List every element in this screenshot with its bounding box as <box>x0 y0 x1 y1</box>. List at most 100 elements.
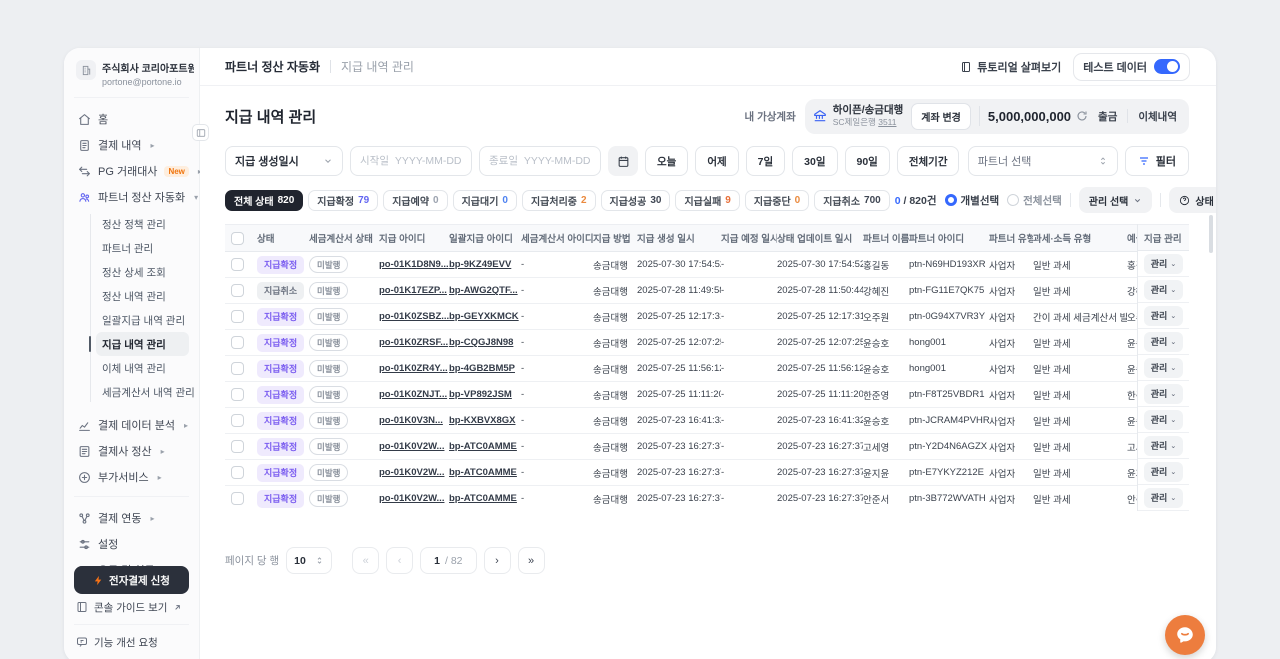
quick-range-어제[interactable]: 어제 <box>695 146 738 176</box>
withdraw-button[interactable]: 출금 <box>1096 109 1119 124</box>
quick-range-90일[interactable]: 90일 <box>845 146 890 176</box>
tutorial-link[interactable]: 튜토리얼 살펴보기 <box>960 59 1061 75</box>
row-manage-button[interactable]: 관리⌄ <box>1144 488 1183 508</box>
sidebar-item-결제 데이터 분석[interactable]: 결제 데이터 분석▸ <box>74 412 189 438</box>
row-checkbox[interactable] <box>231 388 244 401</box>
row-checkbox[interactable] <box>231 284 244 297</box>
sidebar-subitem-파트너 관리[interactable]: 파트너 관리 <box>96 236 189 260</box>
payout-id-link[interactable]: po-01K0V2W... <box>379 467 444 478</box>
row-manage-button[interactable]: 관리⌄ <box>1144 410 1183 430</box>
select-all-checkbox[interactable] <box>231 232 244 245</box>
filter-button[interactable]: 필터 <box>1125 146 1189 176</box>
bulk-payout-id-link[interactable]: bp-GEYXKMCK <box>449 311 519 322</box>
bulk-payout-id-link[interactable]: bp-CQGJ8N98 <box>449 337 513 348</box>
payout-id-link[interactable]: po-01K17EZP... <box>379 285 447 296</box>
payout-id-link[interactable]: po-01K0V3N... <box>379 415 443 426</box>
row-checkbox[interactable] <box>231 336 244 349</box>
sidebar-subitem-세금계산서 내역 관리[interactable]: 세금계산서 내역 관리 <box>96 380 189 404</box>
feature-request-link[interactable]: 기능 개선 요청 <box>74 629 189 655</box>
rows-per-page-select[interactable]: 10 <box>286 547 332 574</box>
epay-apply-button[interactable]: 전자결제 신청 <box>74 566 189 594</box>
account-number-link[interactable]: 3511 <box>878 117 896 127</box>
date-type-select[interactable]: 지급 생성일시 <box>225 146 343 176</box>
manage-select-button[interactable]: 관리 선택 <box>1079 187 1153 213</box>
sidebar-subitem-일괄지급 내역 관리[interactable]: 일괄지급 내역 관리 <box>96 308 189 332</box>
calendar-button[interactable] <box>608 146 638 176</box>
prev-page-button[interactable]: ‹ <box>386 547 413 574</box>
status-tab-지급중단[interactable]: 지급중단0 <box>745 190 809 211</box>
first-page-button[interactable]: « <box>352 547 379 574</box>
refresh-balance-icon[interactable] <box>1076 110 1088 122</box>
sidebar-subitem-이체 내역 관리[interactable]: 이체 내역 관리 <box>96 356 189 380</box>
status-tab-전체 상태[interactable]: 전체 상태820 <box>225 190 303 211</box>
payout-id-link[interactable]: po-01K0ZNJT... <box>379 389 447 400</box>
status-tab-지급성공[interactable]: 지급성공30 <box>601 190 671 211</box>
row-manage-button[interactable]: 관리⌄ <box>1144 332 1183 352</box>
bulk-payout-id-link[interactable]: bp-ATC0AMME <box>449 441 517 452</box>
row-checkbox[interactable] <box>231 492 244 505</box>
sidebar-item-결제사 정산[interactable]: 결제사 정산▸ <box>74 438 189 464</box>
all-select-radio[interactable]: 전체선택 <box>1007 193 1062 208</box>
row-manage-button[interactable]: 관리⌄ <box>1144 280 1183 300</box>
sidebar-subitem-정산 내역 관리[interactable]: 정산 내역 관리 <box>96 284 189 308</box>
quick-range-7일[interactable]: 7일 <box>746 146 786 176</box>
sidebar-item-부가서비스[interactable]: 부가서비스▸ <box>74 464 189 490</box>
bulk-payout-id-link[interactable]: bp-ATC0AMME <box>449 467 517 478</box>
scrollbar-thumb[interactable] <box>1209 215 1213 253</box>
row-checkbox[interactable] <box>231 414 244 427</box>
console-guide-link[interactable]: 콘솔 가이드 보기 <box>74 594 189 620</box>
bulk-payout-id-link[interactable]: bp-KXBVX8GX <box>449 415 516 426</box>
sidebar-item-PG 거래대사[interactable]: PG 거래대사New▸ <box>74 158 189 184</box>
status-tab-지급대기[interactable]: 지급대기0 <box>453 190 517 211</box>
sidebar-subitem-정산 상세 조회[interactable]: 정산 상세 조회 <box>96 260 189 284</box>
chat-launcher-button[interactable] <box>1165 615 1205 655</box>
row-checkbox[interactable] <box>231 440 244 453</box>
change-account-button[interactable]: 계좌 변경 <box>911 103 971 130</box>
row-manage-button[interactable]: 관리⌄ <box>1144 462 1183 482</box>
partner-select[interactable]: 파트너 선택 <box>968 146 1118 176</box>
payout-id-link[interactable]: po-01K0V2W... <box>379 441 444 452</box>
bulk-payout-id-link[interactable]: bp-4GB2BM5P <box>449 363 515 374</box>
quick-range-전체기간[interactable]: 전체기간 <box>897 146 960 176</box>
bulk-payout-id-link[interactable]: bp-9KZ49EVV <box>449 259 511 270</box>
sidebar-item-결제 내역[interactable]: 결제 내역▸ <box>74 132 189 158</box>
row-manage-button[interactable]: 관리⌄ <box>1144 436 1183 456</box>
row-manage-button[interactable]: 관리⌄ <box>1144 254 1183 274</box>
bulk-payout-id-link[interactable]: bp-ATC0AMME <box>449 493 517 504</box>
test-data-toggle[interactable] <box>1154 59 1180 74</box>
status-tab-지급처리중[interactable]: 지급처리중2 <box>522 190 596 211</box>
payout-id-link[interactable]: po-01K0ZR4Y... <box>379 363 448 374</box>
last-page-button[interactable]: » <box>518 547 545 574</box>
sidebar-item-홈[interactable]: 홈 <box>74 106 189 132</box>
sidebar-subitem-지급 내역 관리[interactable]: 지급 내역 관리 <box>96 332 189 356</box>
quick-range-30일[interactable]: 30일 <box>792 146 837 176</box>
sidebar-item-결제 연동[interactable]: 결제 연동▸ <box>74 505 189 531</box>
individual-select-radio[interactable]: 개별선택 <box>945 193 1000 208</box>
row-checkbox[interactable] <box>231 466 244 479</box>
sidebar-subitem-정산 정책 관리[interactable]: 정산 정책 관리 <box>96 212 189 236</box>
row-checkbox[interactable] <box>231 258 244 271</box>
sidebar-collapse-button[interactable] <box>192 124 209 141</box>
transfer-history-button[interactable]: 이체내역 <box>1136 109 1179 124</box>
status-tab-지급확정[interactable]: 지급확정79 <box>308 190 378 211</box>
end-date-input[interactable] <box>479 146 601 176</box>
row-manage-button[interactable]: 관리⌄ <box>1144 384 1183 404</box>
row-checkbox[interactable] <box>231 362 244 375</box>
status-guide-button[interactable]: 상태 가이드 <box>1169 187 1216 213</box>
status-tab-지급예약[interactable]: 지급예약0 <box>383 190 447 211</box>
bulk-payout-id-link[interactable]: bp-AWG2QTF... <box>449 285 518 296</box>
payout-id-link[interactable]: po-01K0V2W... <box>379 493 444 504</box>
bulk-payout-id-link[interactable]: bp-VP892JSM <box>449 389 512 400</box>
payout-id-link[interactable]: po-01K0ZRSF... <box>379 337 448 348</box>
row-checkbox[interactable] <box>231 310 244 323</box>
sidebar-item-설정[interactable]: 설정 <box>74 531 189 557</box>
row-manage-button[interactable]: 관리⌄ <box>1144 306 1183 326</box>
payout-id-link[interactable]: po-01K1D8N9... <box>379 259 449 270</box>
sidebar-item-파트너 정산 자동화[interactable]: 파트너 정산 자동화▾ <box>74 184 189 210</box>
company-switcher[interactable]: 주식회사 코리아포트원 (Kore... portone@portone.io <box>74 58 189 98</box>
quick-range-오늘[interactable]: 오늘 <box>645 146 688 176</box>
start-date-input[interactable] <box>350 146 472 176</box>
breadcrumb-section[interactable]: 파트너 정산 자동화 <box>225 58 320 75</box>
payout-id-link[interactable]: po-01K0ZSBZ... <box>379 311 449 322</box>
row-manage-button[interactable]: 관리⌄ <box>1144 358 1183 378</box>
